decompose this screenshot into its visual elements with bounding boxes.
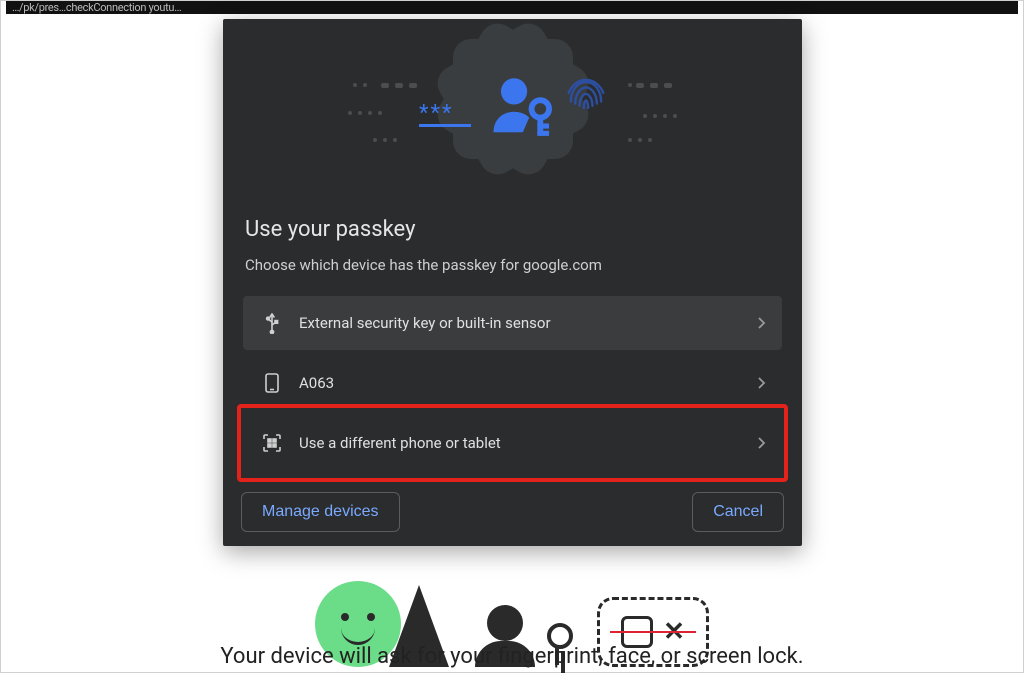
option-label: A063 <box>299 374 334 392</box>
passkey-dialog: *** <box>223 19 802 546</box>
dialog-title: Use your passkey <box>245 217 782 242</box>
option-different-phone-tablet[interactable]: Use a different phone or tablet <box>243 416 782 470</box>
chevron-right-icon <box>758 377 766 389</box>
cancel-button[interactable]: Cancel <box>692 492 784 532</box>
decor-dots <box>373 138 397 142</box>
password-asterisks-icon: *** <box>419 101 471 127</box>
address-bar: …/pk/pres…checkConnection youtu… <box>6 1 1018 14</box>
decor-dots <box>643 114 677 118</box>
decor-dots <box>628 138 652 142</box>
screenshot-frame: …/pk/pres…checkConnection youtu… ✕ Your … <box>0 0 1024 673</box>
dialog-subtitle: Choose which device has the passkey for … <box>245 256 782 274</box>
chevron-right-icon <box>758 437 766 449</box>
decor-dots <box>348 111 382 115</box>
usb-icon <box>259 312 285 334</box>
dialog-hero: *** <box>223 19 802 179</box>
option-label: External security key or built-in sensor <box>299 314 551 332</box>
decor-dots <box>381 83 417 88</box>
option-device-a063[interactable]: A063 <box>243 356 782 410</box>
option-label: Use a different phone or tablet <box>299 434 501 452</box>
decor-dots <box>628 83 642 87</box>
page-caption: Your device will ask for your fingerprin… <box>6 644 1018 669</box>
manage-devices-button[interactable]: Manage devices <box>241 492 400 532</box>
chevron-right-icon <box>758 317 766 329</box>
option-external-security-key[interactable]: External security key or built-in sensor <box>243 296 782 350</box>
fingerprint-icon <box>560 69 612 121</box>
decor-dots <box>353 83 367 87</box>
qr-icon <box>259 434 285 452</box>
dialog-actions: Manage devices Cancel <box>223 474 802 532</box>
passkey-person-icon <box>487 71 557 141</box>
dialog-body: Use your passkey Choose which device has… <box>223 217 802 474</box>
phone-icon <box>259 373 285 393</box>
